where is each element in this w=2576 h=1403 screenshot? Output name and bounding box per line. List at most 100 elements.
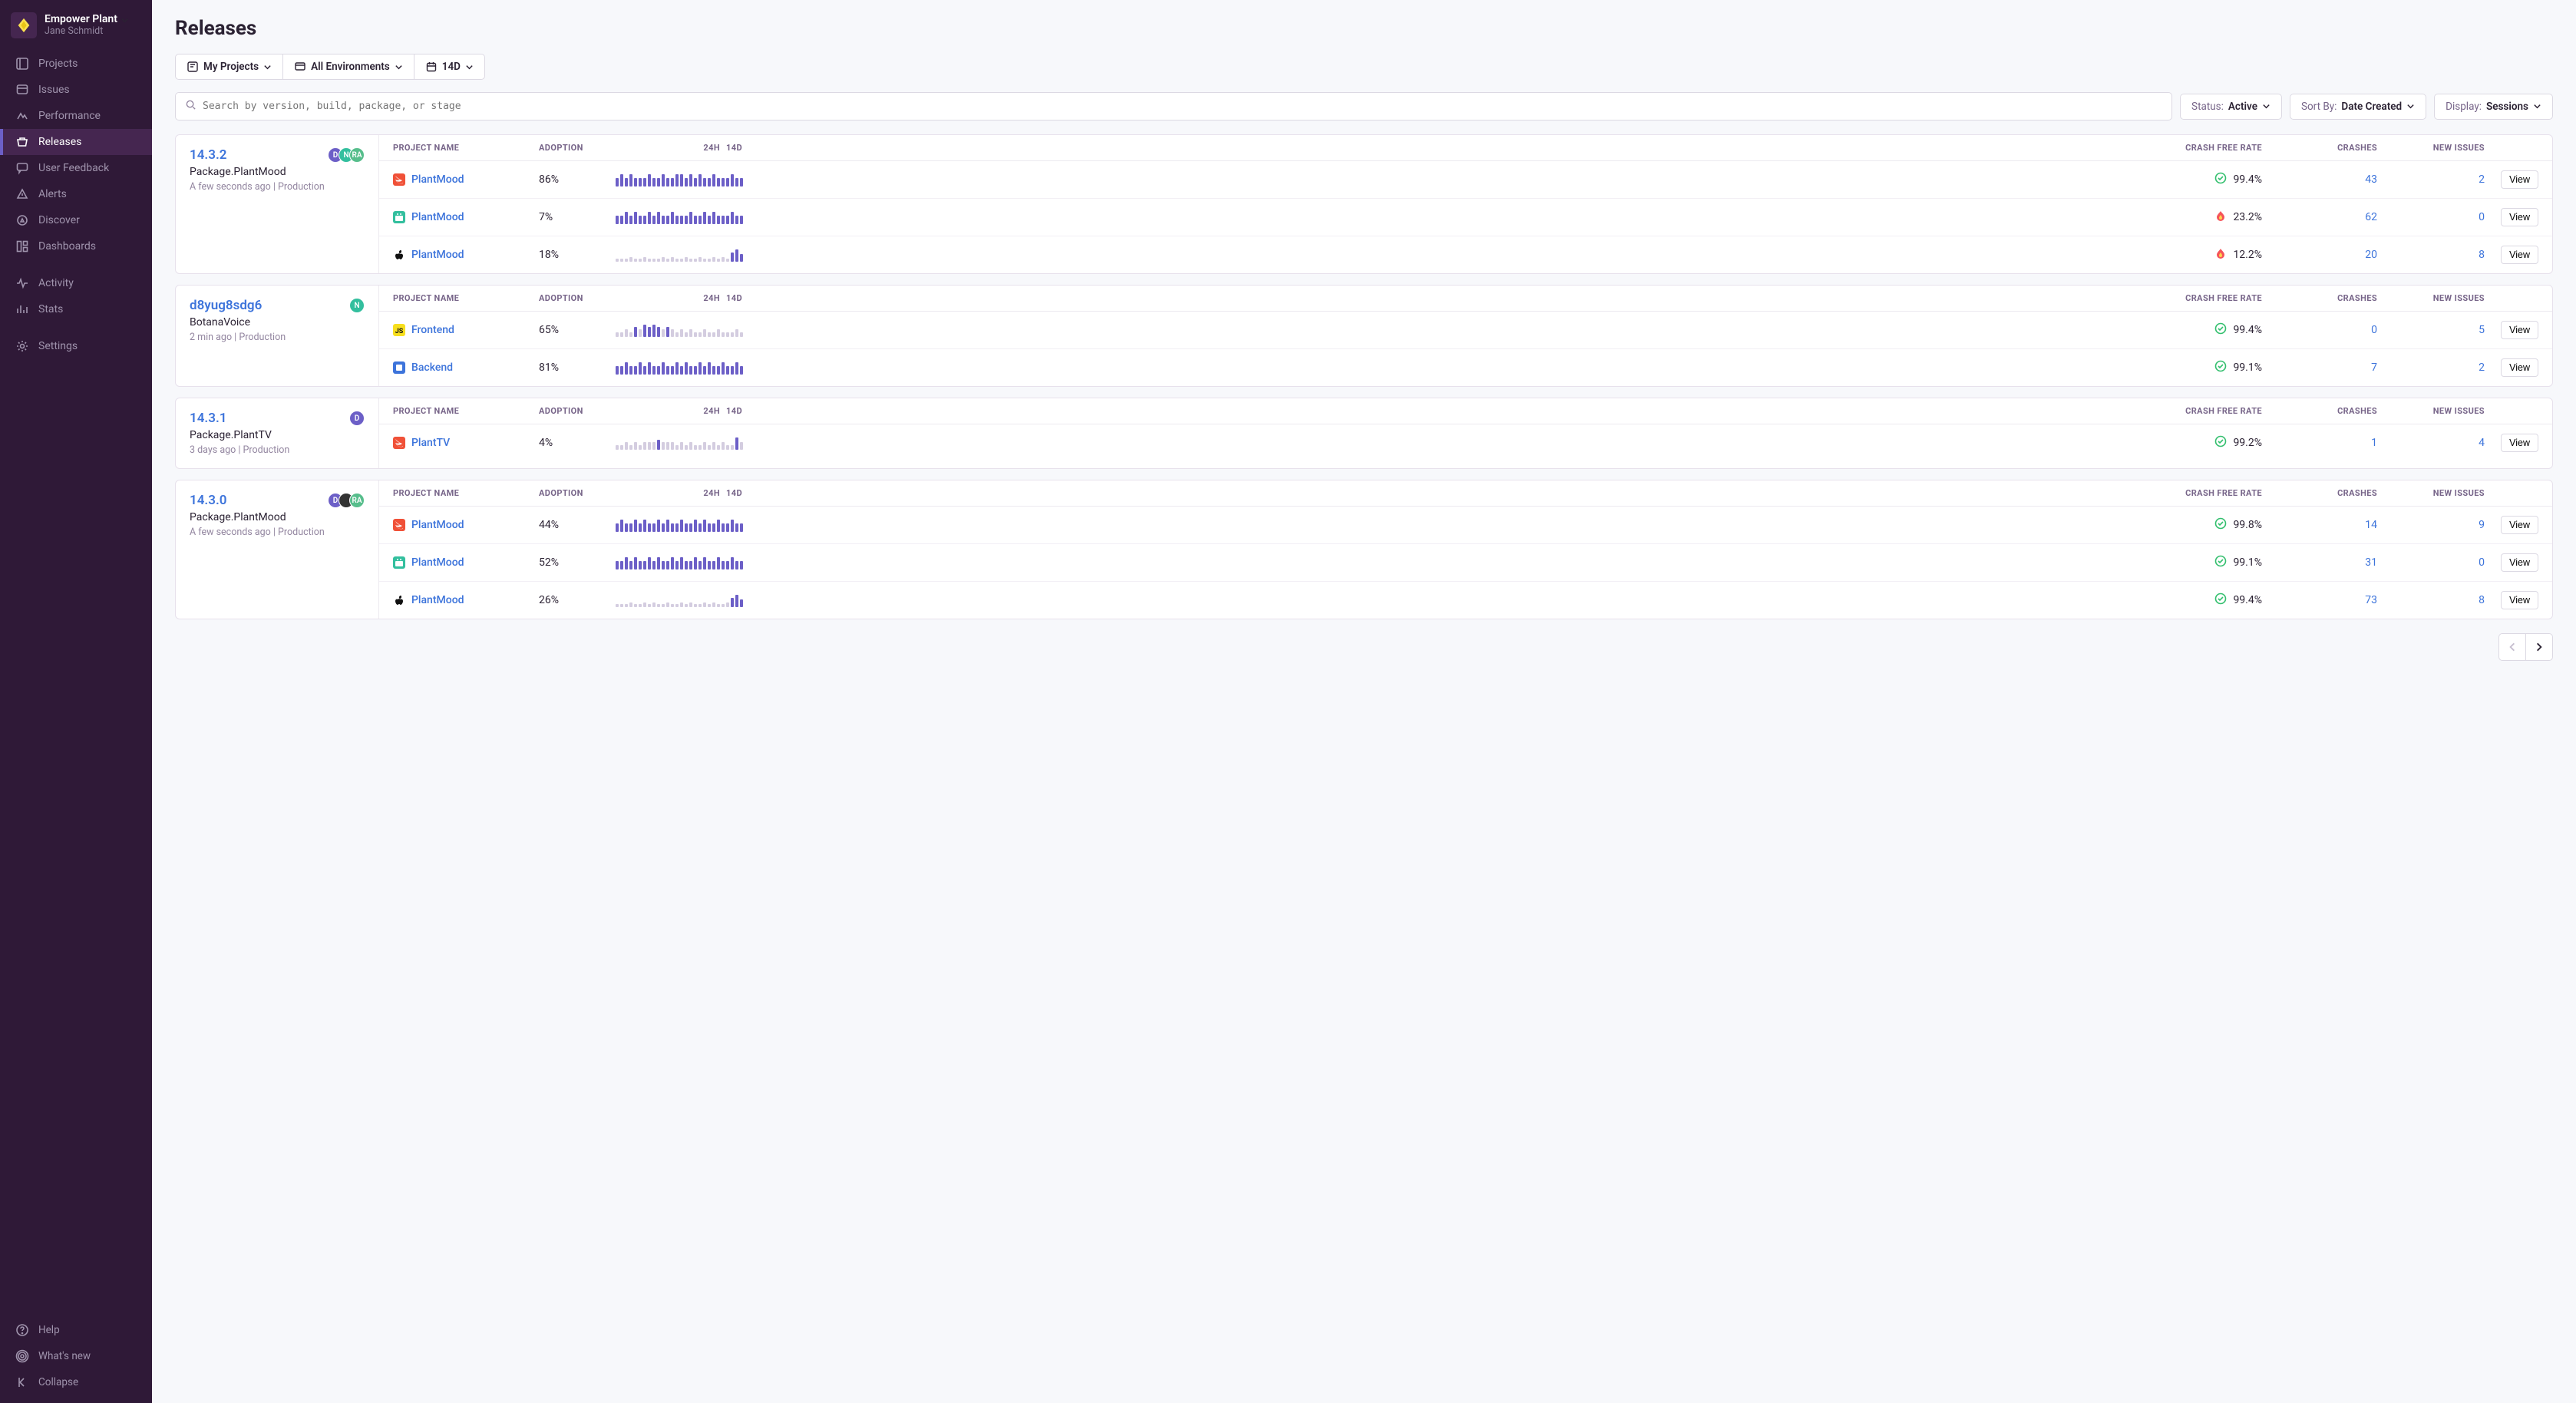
view-button[interactable]: View (2501, 553, 2538, 572)
crashes-link[interactable]: 0 (2371, 324, 2377, 336)
project-row: PlantTV 4% 99.2% 1 4 View (379, 424, 2552, 461)
nav-main: Projects Issues Performance Releases Use… (0, 48, 152, 1317)
new-issues-link[interactable]: 8 (2479, 249, 2485, 261)
view-button[interactable]: View (2501, 321, 2538, 339)
chevron-down-icon (263, 63, 272, 71)
view-button[interactable]: View (2501, 358, 2538, 377)
view-button[interactable]: View (2501, 208, 2538, 226)
display-mode[interactable]: Display: Sessions (2434, 94, 2553, 120)
project-link[interactable]: PlantMood (411, 594, 464, 606)
main: Releases My Projects All Environments 14… (152, 0, 2576, 1403)
crash-free-rate: 12.2% (2233, 249, 2262, 261)
release-card: 14.3.2 Package.PlantMood A few seconds a… (175, 134, 2553, 274)
chevron-down-icon (121, 16, 129, 25)
fire-icon (2214, 247, 2227, 262)
org-switcher[interactable]: Empower Plant Jane Schmidt (0, 0, 152, 48)
new-issues-link[interactable]: 0 (2479, 556, 2485, 569)
sidebar-item-user-feedback[interactable]: User Feedback (0, 155, 152, 181)
check-circle-icon (2214, 435, 2227, 451)
project-table-header: PROJECT NAME ADOPTION 24H14D CRASH FREE … (379, 480, 2552, 507)
project-link[interactable]: PlantTV (411, 437, 450, 449)
new-issues-link[interactable]: 4 (2479, 437, 2485, 449)
chevron-down-icon (2406, 102, 2415, 111)
pagination (175, 633, 2553, 661)
view-button[interactable]: View (2501, 170, 2538, 189)
dashboards-icon (15, 239, 29, 253)
check-circle-icon (2214, 555, 2227, 570)
sort-by[interactable]: Sort By: Date Created (2290, 94, 2426, 120)
sidebar-item-stats[interactable]: Stats (0, 296, 152, 322)
adoption-value: 7% (539, 211, 553, 223)
adoption-sparkline (616, 556, 743, 569)
new-issues-link[interactable]: 2 (2479, 361, 2485, 374)
project-row: PlantMood 18% 12.2% 20 8 View (379, 236, 2552, 273)
release-package: Package.PlantMood (190, 166, 325, 178)
filter-projects[interactable]: My Projects (176, 54, 283, 79)
crashes-link[interactable]: 31 (2365, 556, 2377, 569)
crashes-link[interactable]: 14 (2365, 519, 2377, 531)
release-package: BotanaVoice (190, 316, 286, 328)
sidebar-item-issues[interactable]: Issues (0, 77, 152, 103)
sidebar-item-help[interactable]: Help (0, 1317, 152, 1343)
project-row: JS Frontend 65% 99.4% 0 5 View (379, 312, 2552, 349)
project-link[interactable]: PlantMood (411, 173, 464, 186)
crashes-link[interactable]: 62 (2365, 211, 2377, 223)
project-link[interactable]: PlantMood (411, 556, 464, 569)
page-prev[interactable] (2498, 633, 2526, 661)
alerts-icon (15, 187, 29, 201)
issues-icon (15, 83, 29, 97)
sidebar-item-alerts[interactable]: Alerts (0, 181, 152, 207)
project-link[interactable]: PlantMood (411, 211, 464, 223)
view-button[interactable]: View (2501, 246, 2538, 264)
view-button[interactable]: View (2501, 591, 2538, 609)
sidebar-item-label: Settings (38, 340, 78, 352)
collapse-icon (15, 1375, 29, 1389)
new-issues-link[interactable]: 9 (2479, 519, 2485, 531)
project-link[interactable]: Frontend (411, 324, 454, 336)
project-link[interactable]: Backend (411, 361, 453, 374)
release-version-link[interactable]: 14.3.1 (190, 411, 289, 426)
sidebar-item-performance[interactable]: Performance (0, 103, 152, 129)
search-input-wrapper[interactable] (175, 92, 2172, 120)
fire-icon (2214, 210, 2227, 225)
sidebar-item-label: Help (38, 1324, 60, 1336)
filter-environments[interactable]: All Environments (283, 54, 414, 79)
release-version-link[interactable]: 14.3.2 (190, 147, 325, 163)
new-issues-link[interactable]: 2 (2479, 173, 2485, 186)
adoption-value: 65% (539, 324, 559, 336)
view-button[interactable]: View (2501, 434, 2538, 452)
new-issues-link[interactable]: 8 (2479, 594, 2485, 606)
release-card: d8yug8sdg6 BotanaVoice 2 min ago | Produ… (175, 285, 2553, 387)
release-package: Package.PlantTV (190, 429, 289, 441)
crashes-link[interactable]: 43 (2365, 173, 2377, 186)
sidebar-item-discover[interactable]: Discover (0, 207, 152, 233)
sidebar-item-projects[interactable]: Projects (0, 51, 152, 77)
sidebar-item-settings[interactable]: Settings (0, 333, 152, 359)
sidebar-item-dashboards[interactable]: Dashboards (0, 233, 152, 259)
project-link[interactable]: PlantMood (411, 519, 464, 531)
crashes-link[interactable]: 7 (2371, 361, 2377, 374)
new-issues-link[interactable]: 0 (2479, 211, 2485, 223)
generic-icon (393, 361, 405, 374)
filter-range[interactable]: 14D (414, 54, 484, 79)
search-input[interactable] (203, 101, 2162, 112)
project-link[interactable]: PlantMood (411, 249, 464, 261)
crashes-link[interactable]: 20 (2365, 249, 2377, 261)
page-title: Releases (175, 17, 2553, 40)
release-version-link[interactable]: 14.3.0 (190, 493, 325, 508)
page-next[interactable] (2525, 633, 2553, 661)
release-version-link[interactable]: d8yug8sdg6 (190, 298, 286, 313)
crashes-link[interactable]: 73 (2365, 594, 2377, 606)
crashes-link[interactable]: 1 (2371, 437, 2377, 449)
sidebar-item-activity[interactable]: Activity (0, 270, 152, 296)
search-icon (185, 99, 197, 114)
status-filter[interactable]: Status: Active (2180, 94, 2282, 120)
help-icon (15, 1323, 29, 1337)
sidebar-item-label: User Feedback (38, 162, 109, 174)
sidebar-item-collapse[interactable]: Collapse (0, 1369, 152, 1395)
sidebar-item-releases[interactable]: Releases (0, 129, 152, 155)
sidebar-item-whatsnew[interactable]: What's new (0, 1343, 152, 1369)
new-issues-link[interactable]: 5 (2479, 324, 2485, 336)
adoption-sparkline (616, 248, 743, 262)
view-button[interactable]: View (2501, 516, 2538, 534)
